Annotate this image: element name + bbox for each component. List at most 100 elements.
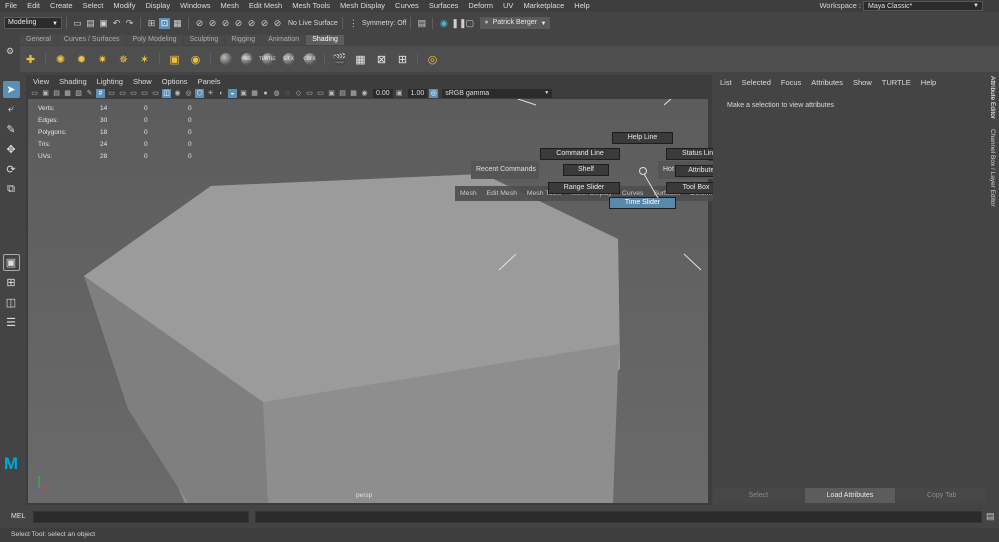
menu-uv[interactable]: UV (498, 0, 518, 12)
copy-tab-button[interactable]: Copy Tab (896, 488, 988, 503)
xray-joints-icon[interactable]: ◇ (294, 89, 303, 98)
load-attributes-button[interactable]: Load Attributes (804, 488, 896, 503)
snap-view-icon[interactable]: ⊘ (233, 18, 244, 29)
menu-file[interactable]: File (0, 0, 22, 12)
menu-deform[interactable]: Deform (463, 0, 498, 12)
film-gate-icon[interactable]: ▭ (107, 89, 116, 98)
render-sequence-icon[interactable]: ⊞ (394, 51, 411, 68)
viewport-2-icon[interactable]: ▤ (338, 89, 347, 98)
user-dropdown[interactable]: ● Patrick Berger ▼ (480, 17, 551, 29)
wireframe-on-shaded-icon[interactable]: ◎ (184, 89, 193, 98)
turtle-icon[interactable]: TURTLE (259, 51, 276, 68)
hotbox-recent-commands[interactable]: Recent Commands (471, 161, 539, 179)
snap-curve-icon[interactable]: ⊘ (207, 18, 218, 29)
menu-marketplace[interactable]: Marketplace (518, 0, 569, 12)
lasso-tool-icon[interactable]: ⤶ (3, 101, 20, 118)
select-tool-icon[interactable]: ➤ (2, 81, 20, 98)
render-settings-icon[interactable]: ▣ (166, 51, 183, 68)
menu-mesh-tools[interactable]: Mesh Tools (287, 0, 335, 12)
ae-menu-list[interactable]: List (715, 76, 737, 90)
ae-menu-show[interactable]: Show (848, 76, 877, 90)
area-light-icon[interactable]: ✵ (115, 51, 132, 68)
scale-tool-icon[interactable]: ⧉ (3, 181, 20, 198)
four-view-icon[interactable]: ⊞ (3, 274, 20, 291)
menu-edit[interactable]: Edit (22, 0, 45, 12)
wireframe-icon[interactable]: ◫ (162, 89, 171, 98)
snap-point-icon[interactable]: ⊘ (220, 18, 231, 29)
depth-of-field-icon[interactable]: ● (261, 89, 270, 98)
tab-rigging[interactable]: Rigging (225, 35, 262, 45)
image-plane-icon[interactable]: ▦ (63, 89, 72, 98)
shelf-button[interactable]: Shelf (563, 164, 609, 176)
rotate-tool-icon[interactable]: ⟳ (3, 161, 20, 178)
field-chart-icon[interactable]: ▭ (140, 89, 149, 98)
point-light-icon[interactable]: ✹ (73, 51, 90, 68)
select-component-icon[interactable]: ▦ (172, 18, 183, 29)
render-clapper-icon[interactable]: 🎬 (331, 51, 348, 68)
new-scene-icon[interactable]: ▭ (72, 18, 83, 29)
live-surface-label[interactable]: No Live Surface (288, 20, 338, 27)
cgfx-icon[interactable]: CGFX (301, 51, 318, 68)
viewport-menu-lighting[interactable]: Lighting (92, 76, 128, 88)
color-space-dropdown[interactable]: sRGB gamma ▼ (442, 89, 553, 98)
hypershade-icon[interactable]: ✚ (22, 51, 39, 68)
viewport-menu-panels[interactable]: Panels (193, 76, 226, 88)
pause-render-icon[interactable]: ❚❚ (451, 18, 466, 29)
safe-action-icon[interactable]: ▭ (151, 89, 160, 98)
smooth-shade-icon[interactable]: ◉ (173, 89, 182, 98)
ambient-occlusion-icon[interactable]: ◒ (228, 89, 237, 98)
command-line-button[interactable]: Command Line (540, 148, 620, 160)
hotbox-menu-mesh[interactable]: Mesh (455, 186, 482, 201)
batch-render-icon[interactable]: ⊠ (373, 51, 390, 68)
ambient-light-icon[interactable]: ◉ (187, 51, 204, 68)
select-hierarchy-icon[interactable]: ⊞ (146, 18, 157, 29)
tab-channel-box[interactable]: Channel Box / Layer Editor (989, 129, 996, 207)
render-view-icon[interactable]: ▢ (464, 18, 475, 29)
motion-blur-icon[interactable]: ▣ (239, 89, 248, 98)
target-icon[interactable]: ◎ (424, 51, 441, 68)
menu-mesh-display[interactable]: Mesh Display (335, 0, 390, 12)
hotbox-menu-edit-mesh[interactable]: Edit Mesh (482, 186, 522, 201)
menu-curves[interactable]: Curves (390, 0, 424, 12)
menu-select[interactable]: Select (78, 0, 109, 12)
isolate-select-icon[interactable]: ◍ (272, 89, 281, 98)
single-view-icon[interactable]: ▣ (2, 254, 20, 271)
bookmark-icon[interactable]: ▤ (52, 89, 61, 98)
ae-menu-selected[interactable]: Selected (737, 76, 776, 90)
tab-sculpting[interactable]: Sculpting (183, 35, 225, 45)
tab-general[interactable]: General (20, 35, 57, 45)
menu-create[interactable]: Create (45, 0, 78, 12)
volume-light-icon[interactable]: ✶ (136, 51, 153, 68)
exposure-field[interactable]: 0.00 (373, 89, 393, 98)
mode-dropdown[interactable]: Modeling ▼ (4, 17, 62, 29)
lambert-icon[interactable] (217, 51, 234, 68)
construction-history-icon[interactable]: ▤ (416, 18, 427, 29)
help-line-button[interactable]: Help Line (612, 132, 673, 144)
gamma-field[interactable]: 1.00 (407, 89, 428, 98)
viewport-menu-shading[interactable]: Shading (54, 76, 92, 88)
use-all-lights-icon[interactable]: ☀ (206, 89, 215, 98)
tab-attribute-editor[interactable]: Attribute Editor (989, 76, 996, 119)
spot-light-icon[interactable]: ✷ (94, 51, 111, 68)
viewport-menu-view[interactable]: View (28, 76, 54, 88)
script-editor-icon[interactable]: ▤ (986, 511, 995, 522)
grid-icon[interactable]: # (96, 89, 105, 98)
viewport-menu-show[interactable]: Show (128, 76, 157, 88)
xray-components-icon[interactable]: ▭ (305, 89, 314, 98)
menu-display[interactable]: Display (141, 0, 176, 12)
ae-menu-help[interactable]: Help (916, 76, 941, 90)
sfx-icon[interactable]: S.F.X (280, 51, 297, 68)
display-options-icon[interactable]: ▦ (349, 89, 358, 98)
snap-surface-icon[interactable]: ⊘ (246, 18, 257, 29)
shadows-icon[interactable]: ◐ (217, 89, 226, 98)
command-input[interactable] (33, 511, 249, 523)
gamma-icon[interactable]: ▣ (395, 89, 404, 98)
render-icon[interactable]: ◉ (438, 18, 449, 29)
move-tool-icon[interactable]: ✥ (3, 141, 20, 158)
menu-modify[interactable]: Modify (108, 0, 140, 12)
mel-label[interactable]: MEL (11, 513, 25, 520)
xray-icon[interactable]: ◌ (283, 89, 292, 98)
select-camera-icon[interactable]: ▭ (30, 89, 39, 98)
pbs-icon[interactable]: PBS (238, 51, 255, 68)
ae-menu-attributes[interactable]: Attributes (806, 76, 848, 90)
